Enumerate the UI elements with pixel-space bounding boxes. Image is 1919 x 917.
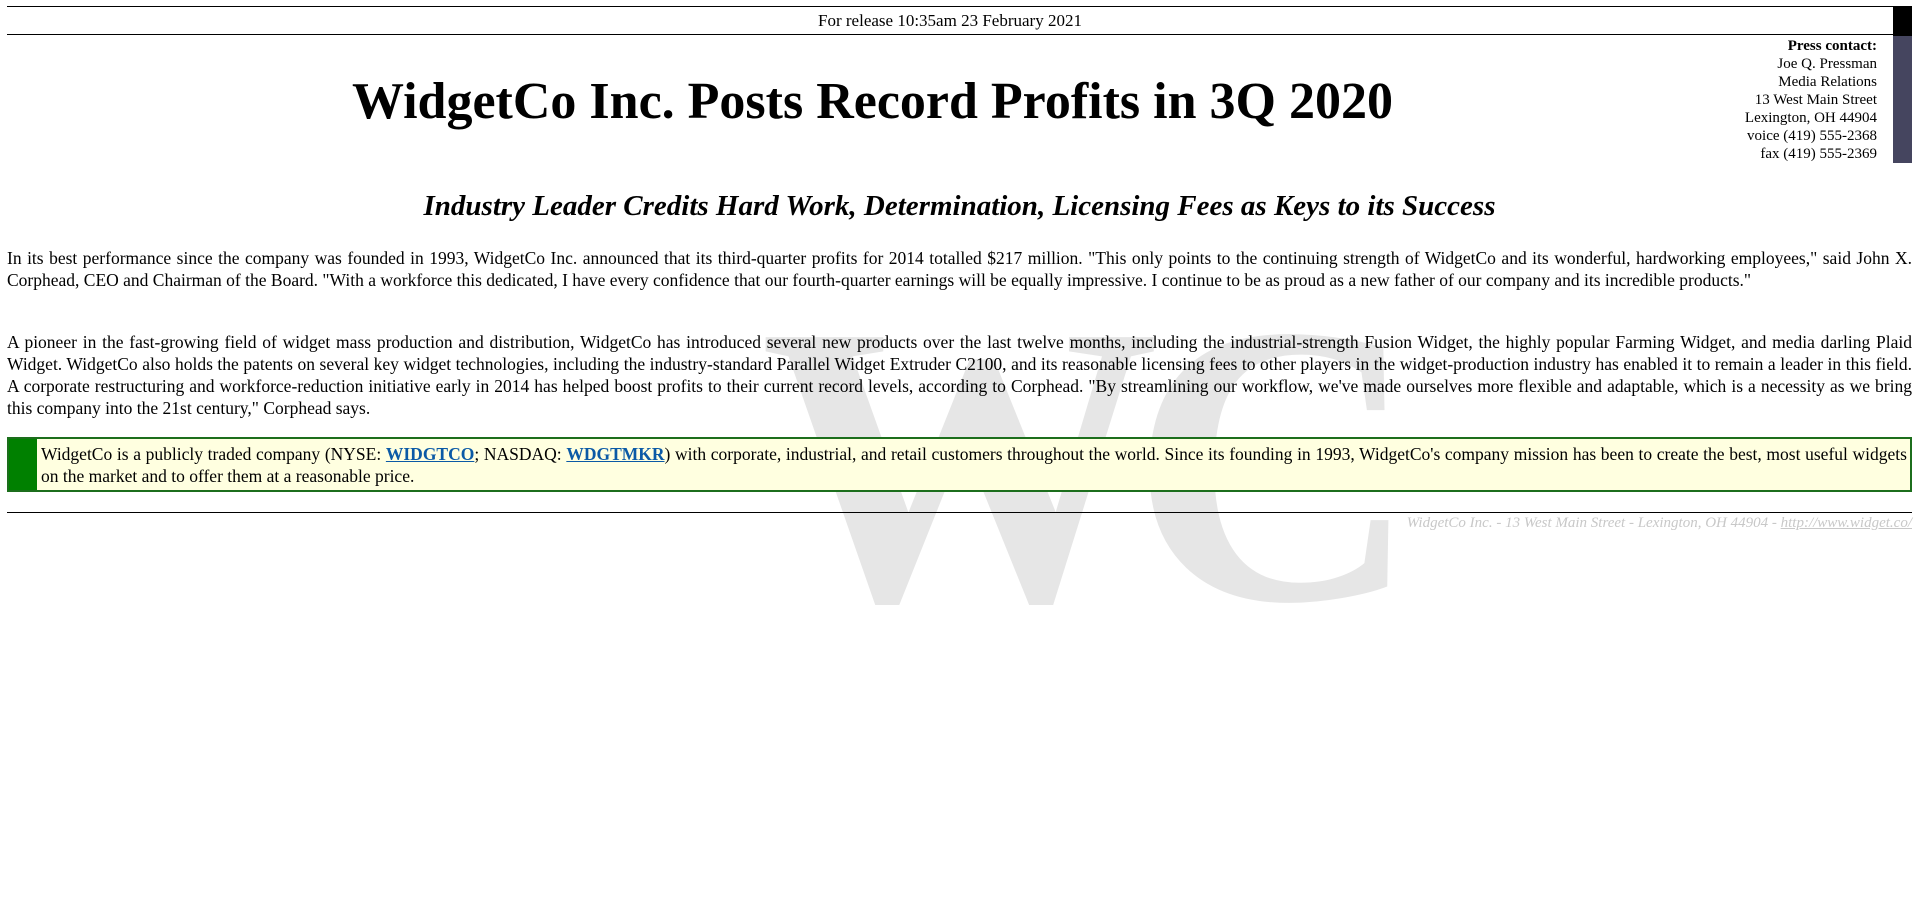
body-paragraph-2: A pioneer in the fast-growing field of w… (7, 332, 1912, 418)
release-date-bar: For release 10:35am 23 February 2021 (7, 6, 1893, 35)
page-title: WidgetCo Inc. Posts Record Profits in 3Q… (352, 73, 1393, 130)
company-callout: WidgetCo is a publicly traded company (N… (7, 437, 1912, 492)
nasdaq-ticker-link[interactable]: WDGTMKR (566, 444, 664, 464)
press-contact-heading: Press contact: (1787, 38, 1877, 54)
footer-url-link[interactable]: http://www.widget.co/ (1781, 515, 1912, 531)
press-contact-fax: fax (419) 555-2369 (1760, 146, 1877, 162)
footer-address: WidgetCo Inc. - 13 West Main Street - Le… (1406, 515, 1781, 531)
corner-block (1893, 6, 1912, 36)
press-contact-department: Media Relations (1778, 74, 1877, 90)
nyse-ticker-link[interactable]: WIDGTCO (386, 444, 474, 464)
body-paragraph-1: In its best performance since the compan… (7, 248, 1912, 290)
callout-text: WidgetCo is a publicly traded company (N… (37, 439, 1910, 490)
callout-text-between: ; NASDAQ: (474, 444, 567, 464)
press-contact-name: Joe Q. Pressman (1777, 56, 1877, 72)
press-contact: Press contact: Joe Q. Pressman Media Rel… (1745, 37, 1877, 163)
accent-bar (1893, 36, 1912, 163)
callout-bar (9, 439, 37, 490)
press-contact-street: 13 West Main Street (1754, 92, 1877, 108)
callout-text-before: WidgetCo is a publicly traded company (N… (41, 444, 386, 464)
press-contact-city: Lexington, OH 44904 (1744, 110, 1877, 126)
footer: WidgetCo Inc. - 13 West Main Street - Le… (1407, 514, 1912, 532)
press-contact-voice: voice (419) 555-2368 (1747, 128, 1877, 144)
subheadline: Industry Leader Credits Hard Work, Deter… (423, 190, 1496, 222)
release-date-text: For release 10:35am 23 February 2021 (818, 11, 1082, 30)
footer-divider (7, 512, 1912, 513)
